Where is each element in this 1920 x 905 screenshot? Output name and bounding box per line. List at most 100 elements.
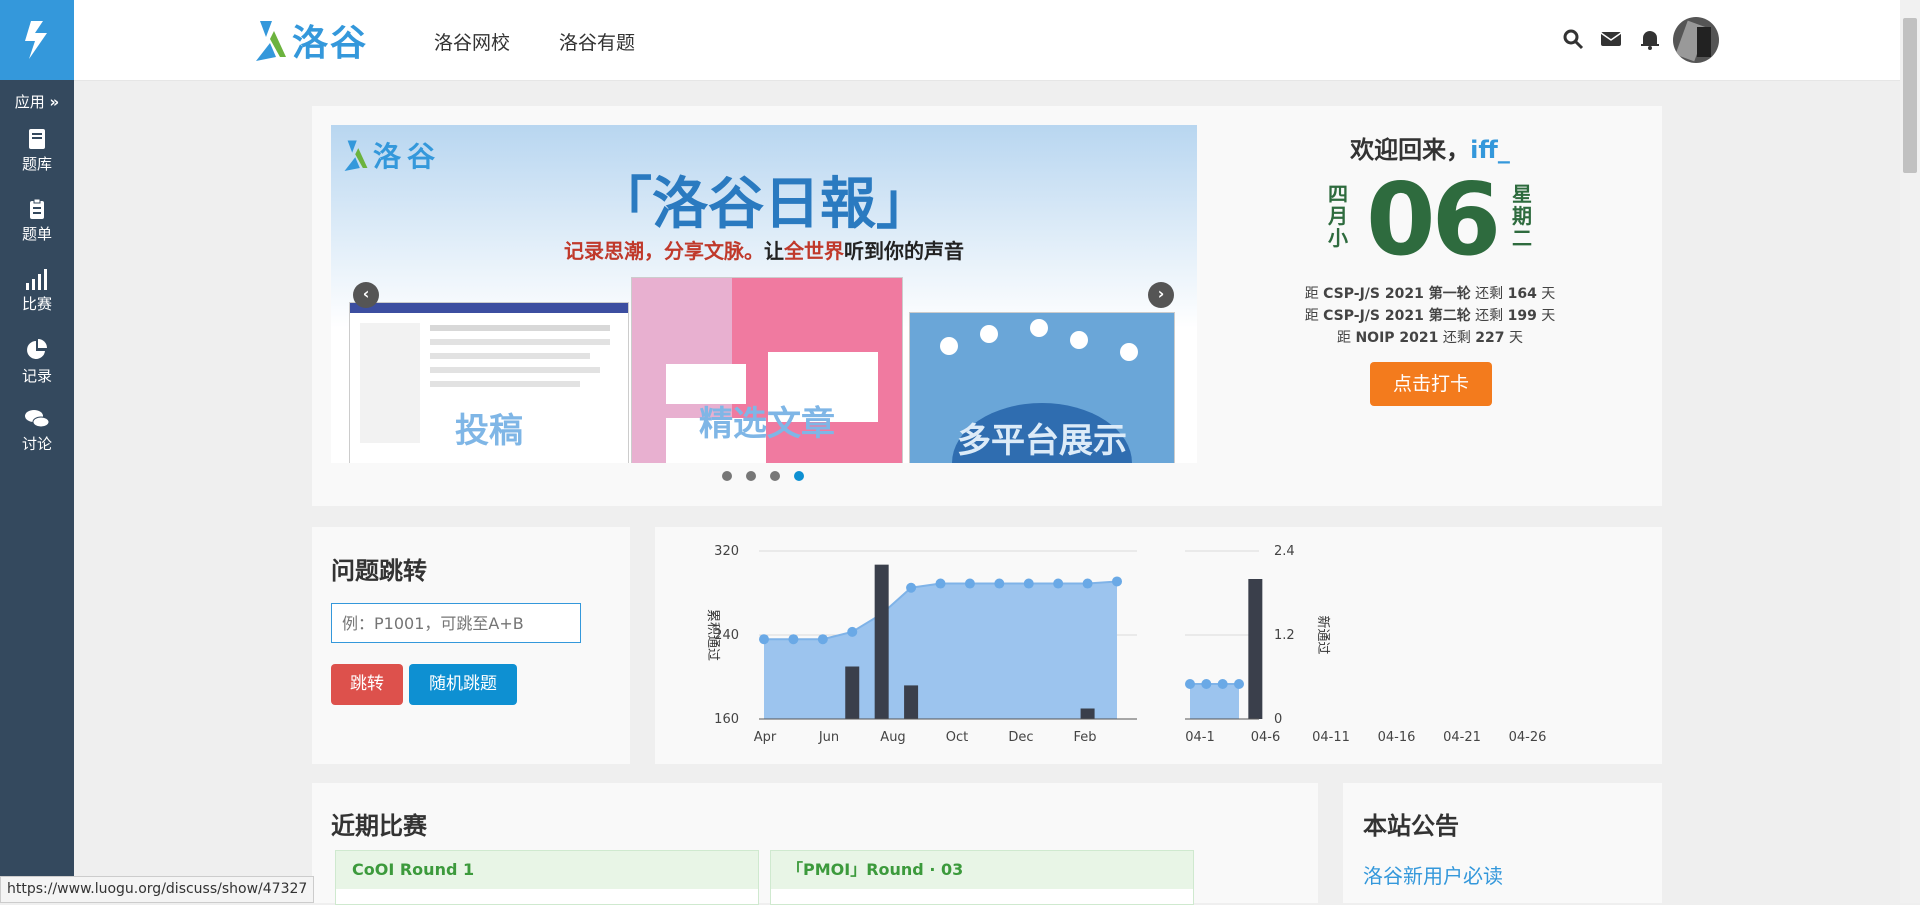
- banner-panel-featured: 精选文章: [631, 277, 903, 463]
- sidebar-item-label: 题单: [21, 225, 52, 243]
- day-number: 06: [1366, 161, 1501, 278]
- avatar[interactable]: [1673, 17, 1719, 63]
- luogu-logo-icon[interactable]: [0, 0, 74, 80]
- contest-item[interactable]: 「PMOI」Round · 03: [770, 850, 1194, 905]
- new-pass-bar: [1080, 708, 1095, 719]
- x-tick-label: Aug: [880, 730, 905, 745]
- data-point: [847, 626, 858, 637]
- logo-text: 洛谷: [292, 23, 369, 64]
- y-axis-label: 累积通过: [705, 609, 720, 661]
- chat-icon: [25, 410, 50, 428]
- nav-link-wangxiao[interactable]: 洛谷网校: [434, 28, 510, 55]
- cumulative-area: [1190, 684, 1239, 719]
- pie-chart-icon: [27, 339, 47, 359]
- search-icon[interactable]: [1562, 28, 1584, 50]
- announcements-title: 本站公告: [1363, 812, 1459, 840]
- random-jump-button[interactable]: 随机跳题: [409, 664, 517, 705]
- countdown-mid: 还剩: [1442, 330, 1471, 346]
- y-tick-label: 320: [714, 544, 739, 559]
- bell-icon[interactable]: [1639, 28, 1661, 50]
- data-point: [1185, 679, 1195, 689]
- data-point: [817, 634, 828, 645]
- data-point: [788, 634, 799, 645]
- pass-stats-charts: 160240320累积通过Apr Jun Aug Oct Dec Feb01.22.4新通…: [705, 544, 1547, 745]
- panel-label: 投稿: [455, 411, 523, 451]
- sidebar-item-label: 记录: [21, 367, 52, 385]
- contest-item[interactable]: CoOI Round 1: [335, 850, 759, 905]
- top-navbar: 洛谷 洛谷网校 洛谷有题: [74, 0, 1900, 81]
- sidebar-item-problems[interactable]: 题库: [0, 128, 74, 174]
- data-point: [1201, 679, 1212, 689]
- data-point: [1082, 578, 1093, 589]
- data-point: [759, 634, 769, 645]
- x-tick-label: Jun: [818, 730, 839, 745]
- carousel-dot[interactable]: [770, 471, 780, 481]
- tagline-part: 全世界: [784, 239, 844, 263]
- lunar-date: 四月小: [1328, 182, 1348, 250]
- weekday: 星期二: [1512, 182, 1532, 250]
- sidebar-item-training[interactable]: 题单: [0, 198, 74, 244]
- carousel-dot[interactable]: [722, 471, 732, 481]
- tagline-part: 记录思潮，分享文脉。: [564, 239, 764, 263]
- y-tick-label: 1.2: [1274, 628, 1295, 643]
- countdown-mid: 还剩: [1475, 308, 1504, 324]
- countdown-event: CSP-J/S 2021 第一轮: [1323, 286, 1471, 302]
- new-pass-bar: [1248, 579, 1263, 719]
- jump-button[interactable]: 跳转: [331, 664, 403, 705]
- countdown-days: 227: [1475, 330, 1505, 346]
- countdown-mid: 还剩: [1475, 286, 1504, 302]
- problem-jump-title: 问题跳转: [331, 557, 427, 585]
- apps-menu[interactable]: 应用 »: [0, 91, 74, 112]
- carousel-dots: [722, 471, 804, 481]
- carousel-prev-button[interactable]: ‹: [353, 282, 379, 308]
- countdown-days: 164: [1507, 286, 1537, 302]
- sidebar-item-discuss[interactable]: 讨论: [0, 408, 74, 454]
- banner-title: 「洛谷日報」: [596, 171, 932, 237]
- bar-chart-icon: [26, 269, 47, 290]
- countdown-list: 距 CSP-J/S 2021 第一轮 还剩 164 天 距 CSP-J/S 20…: [1230, 283, 1630, 349]
- problem-id-input[interactable]: [331, 603, 581, 643]
- y-tick-label: 0: [1274, 712, 1282, 727]
- x-tick-label: 04-21: [1443, 730, 1481, 745]
- data-point: [935, 578, 946, 589]
- carousel-dot[interactable]: [794, 471, 804, 481]
- sidebar-item-contest[interactable]: 比赛: [0, 268, 74, 314]
- data-point: [1112, 576, 1122, 587]
- checkin-button[interactable]: 点击打卡: [1370, 362, 1492, 406]
- banner-panel-submit: 投稿: [349, 302, 629, 463]
- cumulative-area: [764, 581, 1117, 719]
- new-pass-bar: [845, 666, 860, 719]
- countdown-unit: 天: [1541, 308, 1556, 324]
- tagline-part: 让: [764, 239, 784, 263]
- x-tick-label: Feb: [1073, 730, 1096, 745]
- panel-label: 多平台展示: [957, 421, 1127, 461]
- header-logo[interactable]: 洛谷: [254, 16, 368, 64]
- sidebar-item-label: 比赛: [21, 295, 52, 313]
- countdown-row: 距 NOIP 2021 还剩 227 天: [1230, 327, 1630, 349]
- mail-icon[interactable]: [1600, 28, 1622, 50]
- daily-carousel[interactable]: 洛谷 「洛谷日報」 记录思潮，分享文脉。让全世界听到你的声音 投稿 精选文章 多…: [331, 125, 1197, 463]
- x-tick-label: 04-26: [1509, 730, 1547, 745]
- data-point: [1234, 679, 1244, 689]
- banner-tagline: 记录思潮，分享文脉。让全世界听到你的声音: [331, 235, 1197, 264]
- x-tick-label: Apr: [754, 730, 777, 745]
- tagline-part: 听到你的声音: [844, 239, 964, 263]
- countdown-unit: 天: [1508, 330, 1523, 346]
- apps-label: 应用: [14, 93, 45, 111]
- scrollbar-thumb[interactable]: [1903, 18, 1917, 173]
- nav-link-youti[interactable]: 洛谷有题: [559, 28, 635, 55]
- book-icon: [29, 129, 45, 149]
- x-tick-label: 04-11: [1312, 730, 1350, 745]
- carousel-next-button[interactable]: ›: [1148, 282, 1174, 308]
- y-tick-label: 2.4: [1274, 544, 1295, 559]
- sidebar-item-label: 讨论: [21, 435, 52, 453]
- announcement-link[interactable]: 洛谷新用户必读: [1363, 860, 1503, 889]
- x-tick-label: 04-16: [1378, 730, 1416, 745]
- countdown-row: 距 CSP-J/S 2021 第一轮 还剩 164 天: [1230, 283, 1630, 305]
- carousel-dot[interactable]: [746, 471, 756, 481]
- data-point: [964, 578, 975, 589]
- sidebar-item-record[interactable]: 记录: [0, 338, 74, 386]
- link-status-bar: https://www.luogu.org/discuss/show/47327: [0, 876, 315, 903]
- data-point: [1023, 578, 1034, 589]
- contest-name: CoOI Round 1: [336, 851, 758, 889]
